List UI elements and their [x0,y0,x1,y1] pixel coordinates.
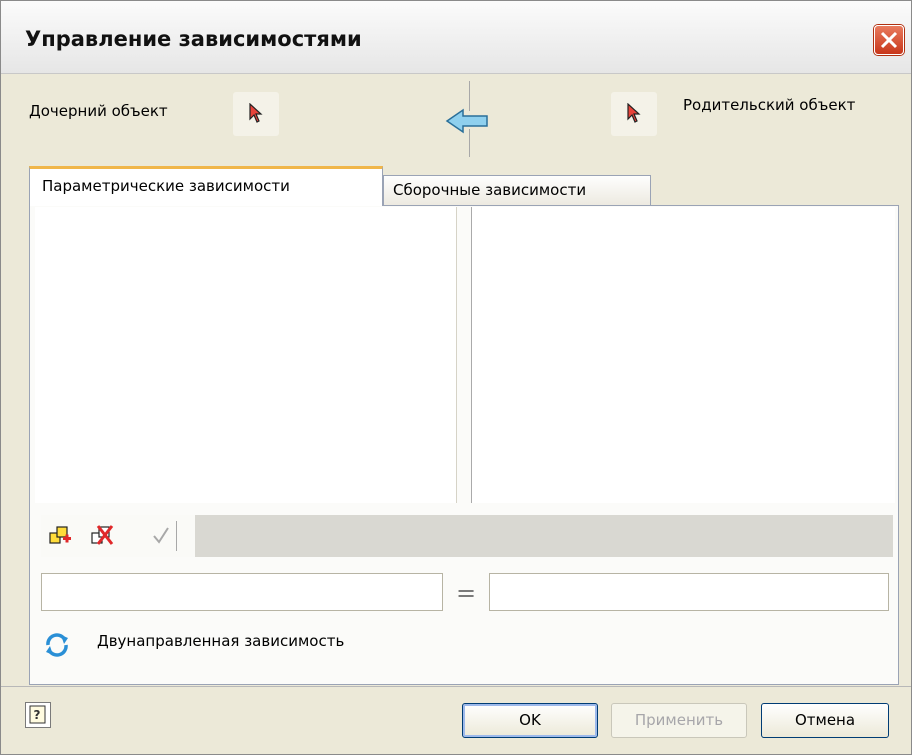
parent-dependencies-list[interactable] [471,207,895,503]
select-parent-object-button[interactable] [611,92,657,136]
ok-button[interactable]: OK [462,703,598,738]
help-button[interactable]: ? [25,702,51,728]
equals-sign: = [456,579,477,607]
divider-bottom [469,129,470,157]
pointer-icon [627,103,641,123]
footer-divider [1,686,911,687]
svg-text:?: ? [34,708,41,722]
delete-dependency-icon [91,525,114,545]
add-dependency-button[interactable] [47,522,75,550]
bidirectional-toggle-button[interactable] [41,629,73,661]
left-expression-field[interactable] [41,573,443,611]
help-icon: ? [29,705,46,724]
pointer-icon [249,103,263,123]
child-dependencies-list[interactable] [35,207,457,503]
add-dependency-icon [49,526,71,544]
child-object-label: Дочерний объект [29,102,168,120]
divider-top [469,81,470,111]
right-expression-field[interactable] [489,573,889,611]
bidirectional-sync-icon [46,633,68,657]
close-icon [880,31,898,49]
tab-assembly-dependencies[interactable]: Сборочные зависимости [383,175,651,206]
dialog-window: Управление зависимостями Дочерний объект… [0,0,912,755]
close-button[interactable] [874,25,904,55]
window-title: Управление зависимостями [25,27,362,51]
delete-dependency-button[interactable] [89,522,117,550]
apply-button[interactable]: Применить [611,703,747,738]
tab-parametric-dependencies[interactable]: Параметрические зависимости [29,166,383,206]
toolbar-separator [176,521,177,551]
parent-object-label: Родительский объект [683,96,856,114]
title-bar[interactable]: Управление зависимостями [1,1,911,74]
apply-check-icon [153,527,169,544]
select-child-object-button[interactable] [233,92,279,136]
dependency-direction-arrow-icon [445,108,488,134]
bidirectional-label: Двунаправленная зависимость [97,632,345,650]
cancel-button[interactable]: Отмена [761,703,889,738]
dependency-toolbar [41,515,893,557]
apply-check-button[interactable] [147,522,175,550]
